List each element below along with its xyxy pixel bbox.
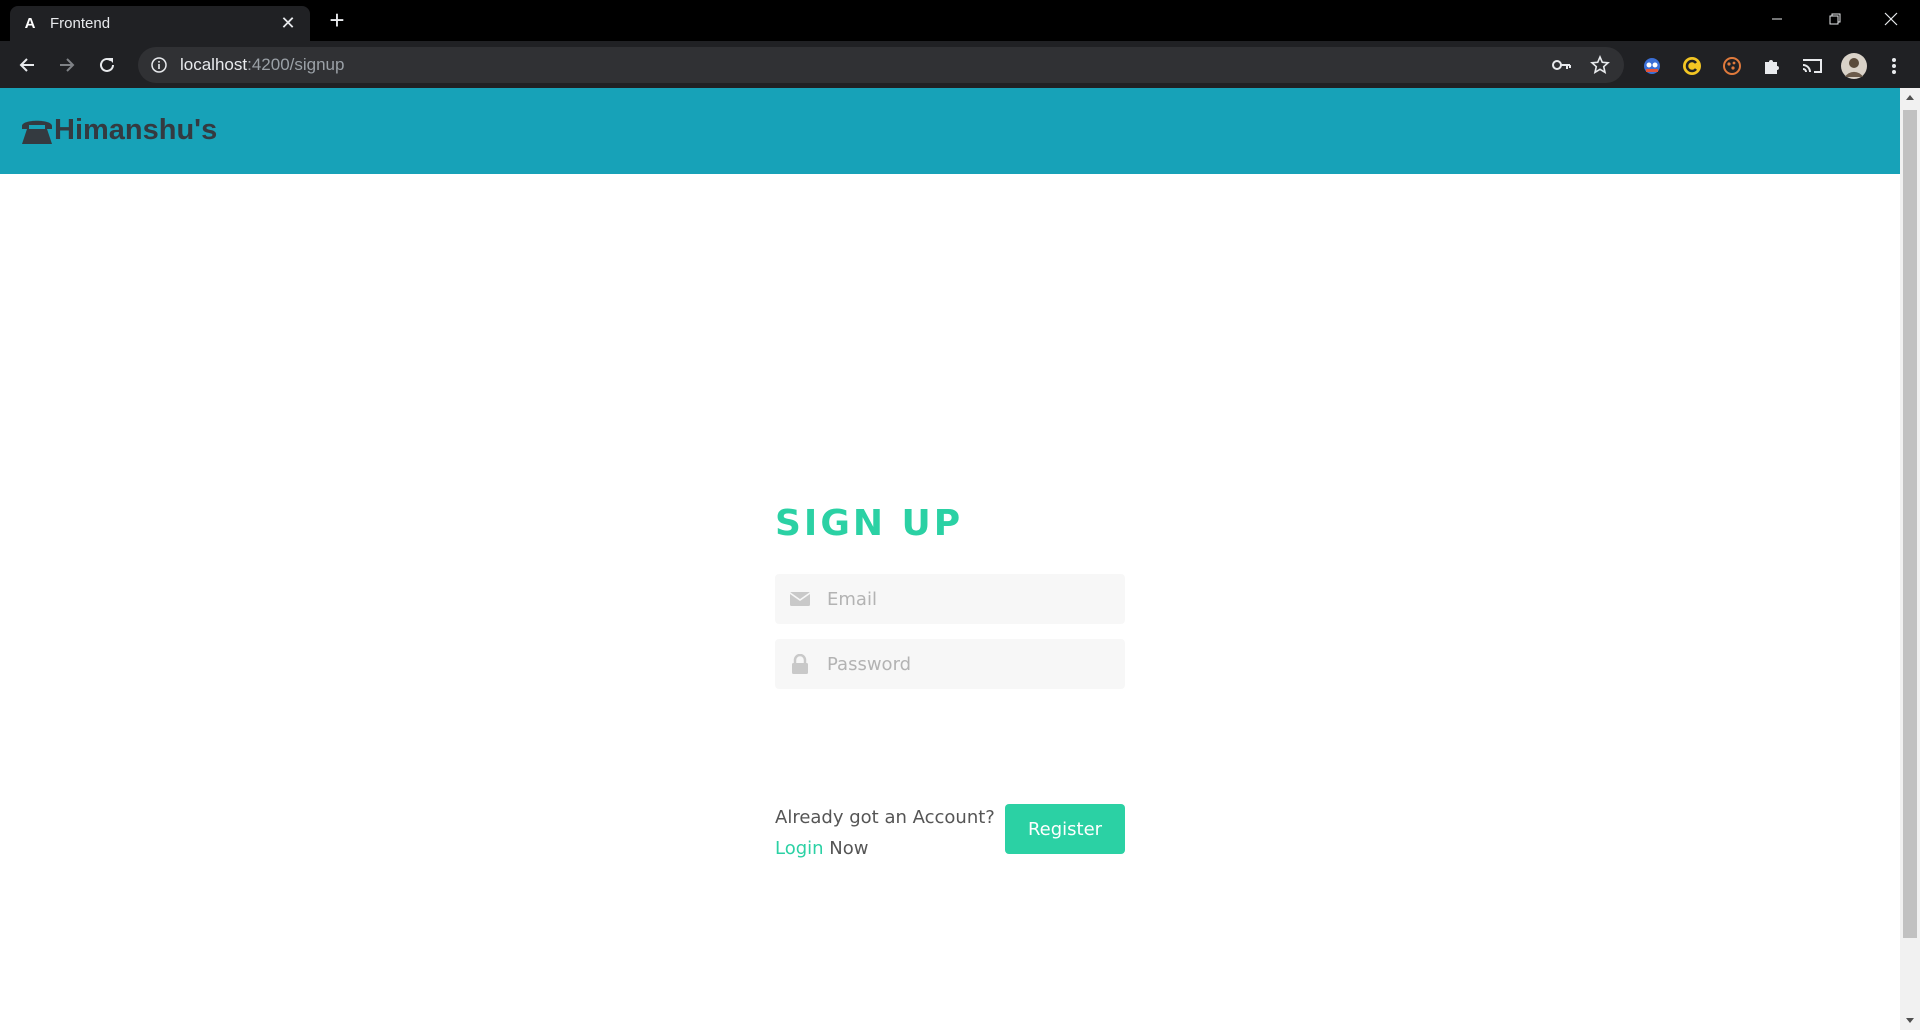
menu-kebab-icon[interactable] xyxy=(1882,54,1906,78)
profile-avatar[interactable] xyxy=(1840,52,1868,80)
address-bar[interactable]: localhost:4200/signup xyxy=(138,47,1624,83)
close-window-button[interactable] xyxy=(1862,0,1920,38)
angular-icon: A xyxy=(24,15,36,32)
email-input[interactable] xyxy=(827,588,1107,610)
back-arrow-icon xyxy=(19,58,34,72)
navbar: Himanshu's xyxy=(0,88,1900,174)
password-input[interactable] xyxy=(827,653,1107,675)
register-button[interactable]: Register xyxy=(1005,804,1125,854)
reload-icon xyxy=(100,57,114,72)
page-viewport: Himanshu's SIGN UP Already got an Accoun… xyxy=(0,88,1900,1030)
cast-icon[interactable] xyxy=(1800,54,1824,78)
scroll-thumb[interactable] xyxy=(1903,110,1917,938)
navbar-brand[interactable]: Himanshu's xyxy=(20,104,217,146)
login-link[interactable]: Login xyxy=(775,838,824,859)
extension-cookie-icon[interactable] xyxy=(1720,54,1744,78)
url-host: localhost xyxy=(180,55,248,74)
signup-title: SIGN UP xyxy=(775,503,964,544)
password-field[interactable] xyxy=(775,639,1125,689)
lock-icon xyxy=(790,654,810,674)
browser-tab-strip: A Frontend ✕ + xyxy=(0,0,1920,41)
back-button[interactable] xyxy=(12,50,42,80)
extensions-puzzle-icon[interactable] xyxy=(1760,54,1784,78)
bookmark-star-icon[interactable] xyxy=(1588,54,1612,76)
forward-button[interactable] xyxy=(52,50,82,80)
envelope-icon xyxy=(790,589,810,609)
restore-button[interactable] xyxy=(1806,0,1864,38)
scroll-up-arrow[interactable] xyxy=(1900,88,1920,106)
phone-icon xyxy=(22,120,52,144)
reload-button[interactable] xyxy=(92,50,122,80)
minimize-button[interactable] xyxy=(1748,0,1806,38)
browser-toolbar: localhost:4200/signup xyxy=(0,41,1920,88)
browser-tab[interactable]: A Frontend ✕ xyxy=(10,6,310,41)
new-tab-button[interactable]: + xyxy=(324,7,350,34)
url-path: :4200/signup xyxy=(247,55,345,74)
login-prompt-text: Already got an Account? xyxy=(775,807,995,828)
tab-close-icon[interactable]: ✕ xyxy=(278,13,298,34)
page-scrollbar[interactable] xyxy=(1900,88,1920,1030)
tab-title: Frontend xyxy=(50,15,111,32)
extension-c-icon[interactable] xyxy=(1680,54,1704,78)
extension-globe-icon[interactable] xyxy=(1640,54,1664,78)
brand-name: Himanshu's xyxy=(54,114,218,146)
forward-arrow-icon xyxy=(60,58,75,72)
login-prompt-suffix: Now xyxy=(829,838,869,859)
login-prompt: Already got an Account? Login Now xyxy=(775,802,1005,864)
key-icon[interactable] xyxy=(1550,54,1574,76)
scroll-down-arrow[interactable] xyxy=(1900,1012,1920,1030)
email-field[interactable] xyxy=(775,574,1125,624)
info-icon[interactable] xyxy=(150,56,168,74)
